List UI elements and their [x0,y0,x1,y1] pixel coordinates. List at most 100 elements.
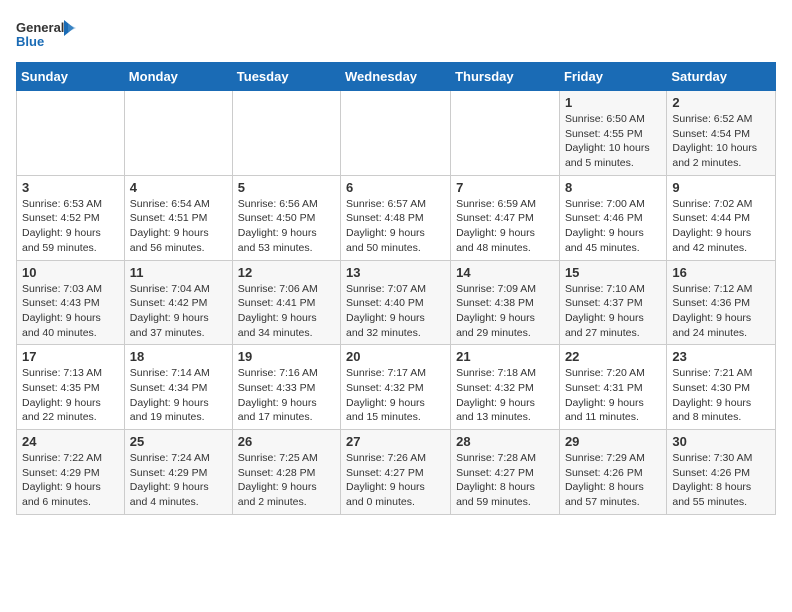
calendar-cell [17,91,125,176]
calendar-cell: 16 Sunrise: 7:12 AM Sunset: 4:36 PM Dayli… [667,260,776,345]
calendar-cell: 24 Sunrise: 7:22 AM Sunset: 4:29 PM Dayli… [17,430,125,515]
calendar-cell [124,91,232,176]
day-number: 21 [456,349,554,364]
day-number: 5 [238,180,335,195]
weekday-header-row: SundayMondayTuesdayWednesdayThursdayFrid… [17,63,776,91]
day-info: Sunrise: 6:53 AM Sunset: 4:52 PM Dayligh… [22,197,119,256]
svg-text:General: General [16,20,64,35]
day-number: 8 [565,180,661,195]
weekday-header-monday: Monday [124,63,232,91]
day-info: Sunrise: 7:02 AM Sunset: 4:44 PM Dayligh… [672,197,770,256]
calendar-cell: 6Sunrise: 6:57 AM Sunset: 4:48 PM Daylig… [341,175,451,260]
day-info: Sunrise: 7:12 AM Sunset: 4:36 PM Dayligh… [672,282,770,341]
calendar-cell: 26 Sunrise: 7:25 AM Sunset: 4:28 PM Dayli… [232,430,340,515]
day-number: 20 [346,349,445,364]
day-info: Sunrise: 6:50 AM Sunset: 4:55 PM Dayligh… [565,112,661,171]
day-info: Sunrise: 7:29 AM Sunset: 4:26 PM Dayligh… [565,451,661,510]
day-number: 24 [22,434,119,449]
day-number: 6 [346,180,445,195]
day-info: Sunrise: 7:03 AM Sunset: 4:43 PM Dayligh… [22,282,119,341]
day-number: 23 [672,349,770,364]
calendar-cell: 29 Sunrise: 7:29 AM Sunset: 4:26 PM Dayli… [559,430,666,515]
calendar-cell [451,91,560,176]
day-info: Sunrise: 7:26 AM Sunset: 4:27 PM Dayligh… [346,451,445,510]
day-info: Sunrise: 6:52 AM Sunset: 4:54 PM Dayligh… [672,112,770,171]
day-info: Sunrise: 7:00 AM Sunset: 4:46 PM Dayligh… [565,197,661,256]
day-info: Sunrise: 6:59 AM Sunset: 4:47 PM Dayligh… [456,197,554,256]
day-number: 9 [672,180,770,195]
calendar-cell: 14 Sunrise: 7:09 AM Sunset: 4:38 PM Dayli… [451,260,560,345]
calendar-cell: 25 Sunrise: 7:24 AM Sunset: 4:29 PM Dayli… [124,430,232,515]
logo-svg: General Blue [16,16,76,54]
calendar-cell: 28Sunrise: 7:28 AM Sunset: 4:27 PM Dayli… [451,430,560,515]
calendar-cell: 19 Sunrise: 7:16 AM Sunset: 4:33 PM Dayli… [232,345,340,430]
svg-text:Blue: Blue [16,34,44,49]
calendar-cell: 7 Sunrise: 6:59 AM Sunset: 4:47 PM Daylig… [451,175,560,260]
calendar-cell: 13 Sunrise: 7:07 AM Sunset: 4:40 PM Dayli… [341,260,451,345]
calendar-cell [341,91,451,176]
day-info: Sunrise: 6:56 AM Sunset: 4:50 PM Dayligh… [238,197,335,256]
day-number: 28 [456,434,554,449]
weekday-header-sunday: Sunday [17,63,125,91]
day-number: 25 [130,434,227,449]
calendar-cell: 15 Sunrise: 7:10 AM Sunset: 4:37 PM Dayli… [559,260,666,345]
calendar-cell: 12Sunrise: 7:06 AM Sunset: 4:41 PM Dayli… [232,260,340,345]
weekday-header-thursday: Thursday [451,63,560,91]
calendar-cell: 5 Sunrise: 6:56 AM Sunset: 4:50 PM Daylig… [232,175,340,260]
day-info: Sunrise: 7:07 AM Sunset: 4:40 PM Dayligh… [346,282,445,341]
calendar-cell: 17Sunrise: 7:13 AM Sunset: 4:35 PM Dayli… [17,345,125,430]
calendar-table: SundayMondayTuesdayWednesdayThursdayFrid… [16,62,776,515]
day-info: Sunrise: 7:16 AM Sunset: 4:33 PM Dayligh… [238,366,335,425]
day-number: 19 [238,349,335,364]
calendar-week-row: 1 Sunrise: 6:50 AM Sunset: 4:55 PM Daylig… [17,91,776,176]
day-number: 1 [565,95,661,110]
day-info: Sunrise: 7:30 AM Sunset: 4:26 PM Dayligh… [672,451,770,510]
day-number: 11 [130,265,227,280]
day-number: 26 [238,434,335,449]
calendar-cell: 9 Sunrise: 7:02 AM Sunset: 4:44 PM Daylig… [667,175,776,260]
day-number: 7 [456,180,554,195]
day-number: 15 [565,265,661,280]
day-number: 27 [346,434,445,449]
weekday-header-saturday: Saturday [667,63,776,91]
day-number: 14 [456,265,554,280]
day-number: 10 [22,265,119,280]
day-info: Sunrise: 7:25 AM Sunset: 4:28 PM Dayligh… [238,451,335,510]
day-number: 18 [130,349,227,364]
day-info: Sunrise: 7:10 AM Sunset: 4:37 PM Dayligh… [565,282,661,341]
day-info: Sunrise: 7:24 AM Sunset: 4:29 PM Dayligh… [130,451,227,510]
calendar-cell: 2Sunrise: 6:52 AM Sunset: 4:54 PM Daylig… [667,91,776,176]
day-info: Sunrise: 7:22 AM Sunset: 4:29 PM Dayligh… [22,451,119,510]
day-number: 29 [565,434,661,449]
day-number: 3 [22,180,119,195]
day-number: 22 [565,349,661,364]
calendar-week-row: 17Sunrise: 7:13 AM Sunset: 4:35 PM Dayli… [17,345,776,430]
calendar-week-row: 3 Sunrise: 6:53 AM Sunset: 4:52 PM Daylig… [17,175,776,260]
calendar-cell: 18 Sunrise: 7:14 AM Sunset: 4:34 PM Dayli… [124,345,232,430]
day-info: Sunrise: 7:17 AM Sunset: 4:32 PM Dayligh… [346,366,445,425]
calendar-cell: 11 Sunrise: 7:04 AM Sunset: 4:42 PM Dayli… [124,260,232,345]
day-number: 16 [672,265,770,280]
day-number: 13 [346,265,445,280]
calendar-cell [232,91,340,176]
calendar-cell: 10 Sunrise: 7:03 AM Sunset: 4:43 PM Dayli… [17,260,125,345]
calendar-cell: 3 Sunrise: 6:53 AM Sunset: 4:52 PM Daylig… [17,175,125,260]
weekday-header-wednesday: Wednesday [341,63,451,91]
day-number: 17 [22,349,119,364]
day-info: Sunrise: 7:09 AM Sunset: 4:38 PM Dayligh… [456,282,554,341]
logo: General Blue [16,16,76,54]
weekday-header-tuesday: Tuesday [232,63,340,91]
day-info: Sunrise: 7:04 AM Sunset: 4:42 PM Dayligh… [130,282,227,341]
calendar-cell: 27 Sunrise: 7:26 AM Sunset: 4:27 PM Dayli… [341,430,451,515]
calendar-cell: 4Sunrise: 6:54 AM Sunset: 4:51 PM Daylig… [124,175,232,260]
day-info: Sunrise: 7:14 AM Sunset: 4:34 PM Dayligh… [130,366,227,425]
calendar-cell: 23 Sunrise: 7:21 AM Sunset: 4:30 PM Dayli… [667,345,776,430]
day-info: Sunrise: 7:21 AM Sunset: 4:30 PM Dayligh… [672,366,770,425]
page-header: General Blue [16,16,776,54]
calendar-cell: 8 Sunrise: 7:00 AM Sunset: 4:46 PM Daylig… [559,175,666,260]
day-number: 30 [672,434,770,449]
weekday-header-friday: Friday [559,63,666,91]
day-info: Sunrise: 7:20 AM Sunset: 4:31 PM Dayligh… [565,366,661,425]
day-info: Sunrise: 7:18 AM Sunset: 4:32 PM Dayligh… [456,366,554,425]
calendar-cell: 30 Sunrise: 7:30 AM Sunset: 4:26 PM Dayli… [667,430,776,515]
